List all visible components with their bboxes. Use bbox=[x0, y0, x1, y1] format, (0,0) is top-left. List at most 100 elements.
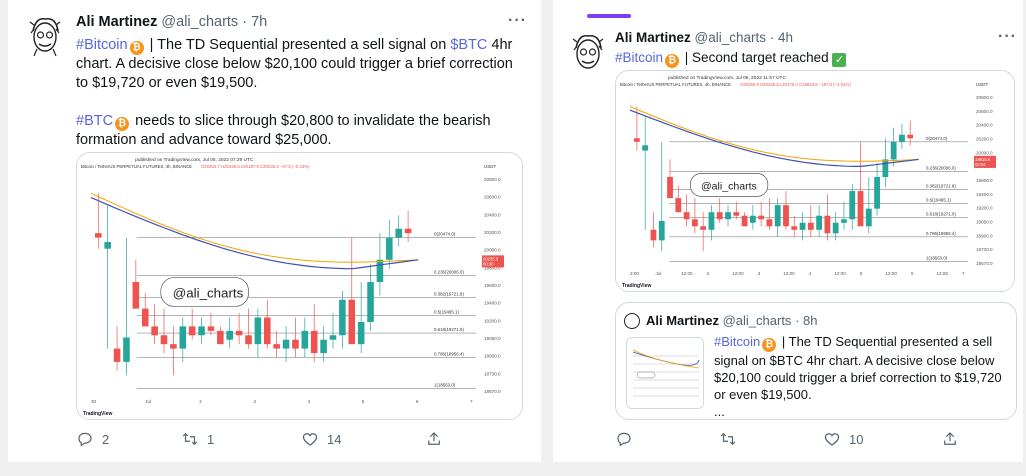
author-handle[interactable]: @ali_charts bbox=[161, 14, 238, 30]
chart-image[interactable]: published on TradingView.com, Jul 05, 20… bbox=[76, 152, 523, 420]
more-options-button[interactable]: ··· bbox=[508, 12, 527, 30]
candle-body bbox=[683, 212, 690, 220]
author-name[interactable]: Ali Martinez bbox=[615, 30, 691, 45]
share-icon bbox=[944, 432, 956, 445]
candle-body bbox=[273, 344, 280, 349]
candle-body bbox=[865, 208, 872, 227]
candle-body bbox=[160, 335, 168, 345]
share-button[interactable] bbox=[425, 430, 443, 448]
price-tick-label: 18900.0 bbox=[976, 233, 993, 238]
hashtag-link[interactable]: #Bitcoin bbox=[76, 37, 128, 53]
fibonacci-level-label: 0.5(19495.1) bbox=[926, 197, 951, 202]
tweet-card[interactable]: Ali Martinez @ali_charts · 4h ··· #Bitco… bbox=[553, 0, 1023, 462]
candle-body bbox=[749, 215, 756, 223]
share-icon bbox=[428, 432, 440, 445]
cashtag-link[interactable]: $BTC bbox=[450, 37, 487, 53]
quoted-author-handle: @ali_charts bbox=[722, 313, 792, 328]
fibonacci-level-label: 0.5(19495.1) bbox=[434, 309, 459, 314]
thread-indicator bbox=[587, 14, 631, 18]
time-tick-label: 12:00 bbox=[783, 271, 795, 276]
bitcoin-emoji-icon: ₿ bbox=[762, 338, 777, 352]
more-options-button[interactable]: ··· bbox=[998, 28, 1017, 46]
time-tick-label: 7 bbox=[962, 271, 965, 276]
chart-background bbox=[616, 71, 1014, 291]
candle-body bbox=[774, 205, 781, 227]
quoted-author-name: Ali Martinez bbox=[646, 313, 719, 328]
heart-icon bbox=[824, 433, 840, 446]
quoted-text: #Bitcoin ₿ | The TD Sequential presented … bbox=[714, 333, 1010, 420]
fibonacci-level-label: 0.786(18956.4) bbox=[926, 231, 956, 236]
candle-body bbox=[226, 330, 234, 340]
author-name[interactable]: Ali Martinez bbox=[76, 14, 157, 30]
candle-body bbox=[899, 134, 905, 142]
timestamp[interactable]: · 4h bbox=[770, 30, 793, 45]
candle-body bbox=[95, 233, 102, 238]
price-tick-label: 19200.0 bbox=[484, 318, 501, 323]
tweet-actions: 10 bbox=[615, 430, 1015, 448]
hashtag-link: #Bitcoin bbox=[714, 334, 761, 349]
price-tick-label: 20600.0 bbox=[484, 195, 501, 200]
avatar[interactable] bbox=[565, 30, 611, 76]
like-count: 10 bbox=[849, 431, 864, 447]
avatar[interactable] bbox=[22, 13, 68, 59]
published-note: published on TradingView.com, Jul 05, 20… bbox=[668, 75, 786, 81]
candle-body bbox=[874, 177, 880, 209]
retweet-button[interactable] bbox=[719, 430, 823, 448]
candle-body bbox=[725, 212, 731, 220]
chart-image[interactable]: published on TradingView.com, Jul 05, 20… bbox=[615, 70, 1015, 292]
time-tick-label: 2:00 bbox=[630, 271, 639, 276]
price-tick-label: 19050.0 bbox=[484, 336, 501, 341]
fibonacci-level-label: 0.618(19271.0) bbox=[434, 327, 464, 332]
candle-body bbox=[642, 145, 649, 151]
like-button[interactable]: 14 bbox=[301, 430, 425, 448]
candle-body bbox=[849, 191, 856, 220]
share-button[interactable] bbox=[941, 430, 959, 448]
candle-body bbox=[882, 159, 889, 177]
price-tick-label: 19600.0 bbox=[976, 178, 993, 183]
quoted-tweet[interactable]: Ali Martinez @ali_charts · 8h #Bitcoin ₿ … bbox=[615, 302, 1017, 420]
quoted-chart-thumbnail bbox=[626, 337, 704, 409]
last-price-countdown: 00:30 bbox=[483, 261, 494, 266]
time-tick-label: 3 bbox=[758, 271, 761, 276]
hashtag-link[interactable]: #BTC bbox=[76, 113, 113, 129]
fibonacci-level-label: 0.382(19721.8) bbox=[926, 183, 956, 188]
like-count: 14 bbox=[327, 431, 342, 447]
candle-body bbox=[907, 134, 914, 139]
candle-body bbox=[783, 205, 789, 227]
candle-body bbox=[235, 330, 243, 336]
reply-count: 2 bbox=[102, 431, 110, 447]
candle-body bbox=[320, 339, 327, 354]
retweet-count: 1 bbox=[207, 431, 215, 447]
reply-button[interactable]: 2 bbox=[76, 430, 181, 448]
reply-button[interactable] bbox=[615, 430, 719, 448]
candle-body bbox=[357, 321, 365, 345]
author-handle[interactable]: @ali_charts bbox=[695, 30, 766, 45]
hashtag-link[interactable]: #Bitcoin bbox=[615, 50, 663, 65]
candle-body bbox=[708, 212, 715, 230]
reply-icon bbox=[78, 432, 92, 447]
thumbnail-chart bbox=[627, 338, 703, 408]
price-tick-label: 20800.0 bbox=[976, 95, 993, 100]
price-tick-label: 20400.0 bbox=[484, 212, 501, 217]
reply-icon bbox=[617, 432, 631, 447]
avatar-sketch-icon bbox=[572, 34, 604, 69]
candle-body bbox=[799, 222, 806, 230]
last-price-countdown: 02:04 bbox=[975, 162, 986, 167]
time-tick-label: 2 bbox=[199, 399, 202, 404]
retweet-button[interactable]: 1 bbox=[181, 430, 301, 448]
tweet-text: #Bitcoin ₿ | Second target reached ✓ bbox=[615, 48, 1015, 68]
like-button[interactable]: 10 bbox=[823, 430, 941, 448]
time-tick-label: 12:00 bbox=[732, 271, 744, 276]
time-tick-label: 5 bbox=[362, 399, 365, 404]
candle-body bbox=[217, 330, 224, 345]
bitcoin-emoji-icon: ₿ bbox=[665, 54, 680, 68]
time-tick-label: Jul bbox=[656, 271, 662, 276]
candle-body bbox=[113, 348, 121, 362]
candle-body bbox=[151, 326, 158, 336]
timestamp[interactable]: · 7h bbox=[242, 14, 267, 30]
price-tick-label: 20200.0 bbox=[484, 230, 501, 235]
heart-icon bbox=[302, 433, 318, 446]
candle-body bbox=[766, 219, 773, 227]
candle-body bbox=[386, 237, 393, 260]
tweet-card[interactable]: Ali Martinez @ali_charts · 7h ··· #Bitco… bbox=[8, 0, 541, 462]
